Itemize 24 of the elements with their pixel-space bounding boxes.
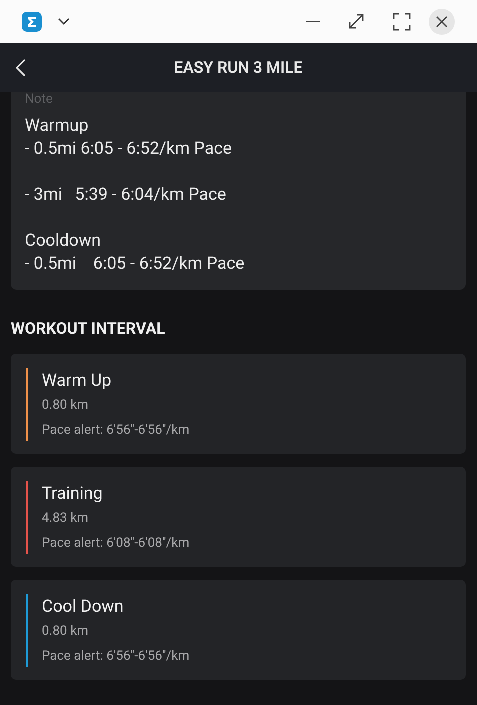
interval-name: Warm Up bbox=[42, 370, 113, 392]
pace-alert-text: Pace alert: 6'56''-6'56''/km bbox=[42, 648, 190, 664]
note-text: Warmup - 0.5mi 6:05 - 6:52/km Pace - 3mi 5:39 - 6:04/km Pace Cooldown - 0.5mi 6:05 - 6:52/km Pace bbox=[25, 115, 246, 276]
minimize-icon[interactable] bbox=[306, 20, 320, 22]
close-button[interactable] bbox=[429, 8, 455, 34]
close-icon[interactable] bbox=[436, 16, 448, 28]
interval-distance: 0.80 km bbox=[42, 398, 90, 414]
section-heading: WORKOUT INTERVAL bbox=[11, 318, 166, 340]
resize-icon[interactable] bbox=[348, 13, 365, 30]
chevron-down-icon[interactable] bbox=[58, 18, 70, 26]
interval-distance: 0.80 km bbox=[42, 624, 90, 640]
interval-card[interactable]: Cool Down 0.80 km Pace alert: 6'56''-6'56''/km bbox=[11, 580, 466, 680]
pace-alert-text: Pace alert: 6'08''-6'08''/km bbox=[42, 536, 190, 552]
back-icon[interactable] bbox=[16, 58, 26, 76]
interval-name: Cool Down bbox=[42, 596, 125, 618]
pace-alert-text: Pace alert: 6'56''-6'56''/km bbox=[42, 422, 190, 438]
interval-card[interactable]: Training 4.83 km Pace alert: 6'08''-6'08''/km bbox=[11, 467, 466, 567]
interval-distance: 4.83 km bbox=[42, 510, 90, 526]
interval-card[interactable]: Warm Up 0.80 km Pace alert: 6'56''-6'56''/km bbox=[11, 354, 466, 454]
app-logo-icon[interactable] bbox=[22, 12, 42, 32]
note-label: Note bbox=[25, 92, 54, 107]
interval-name: Training bbox=[42, 482, 104, 504]
fullscreen-icon[interactable] bbox=[393, 12, 411, 30]
page-title: EASY RUN 3 MILE bbox=[174, 56, 303, 78]
